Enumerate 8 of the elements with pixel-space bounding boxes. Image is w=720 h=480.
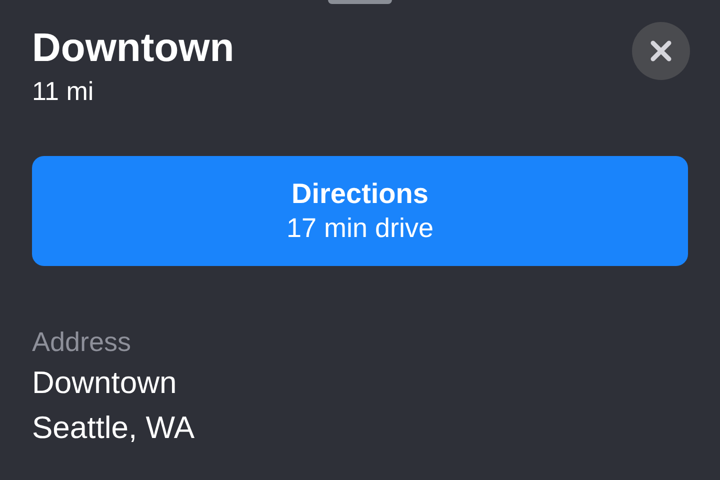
address-label: Address	[32, 326, 132, 359]
place-title: Downtown	[32, 25, 234, 72]
grabber-handle[interactable]	[328, 0, 392, 4]
distance-text: 11 mi	[32, 75, 95, 108]
close-icon	[649, 39, 673, 63]
address-line: Seattle, WA	[32, 409, 196, 447]
directions-button[interactable]: Directions 17 min drive	[32, 156, 688, 266]
address-line: Downtown	[32, 364, 178, 402]
